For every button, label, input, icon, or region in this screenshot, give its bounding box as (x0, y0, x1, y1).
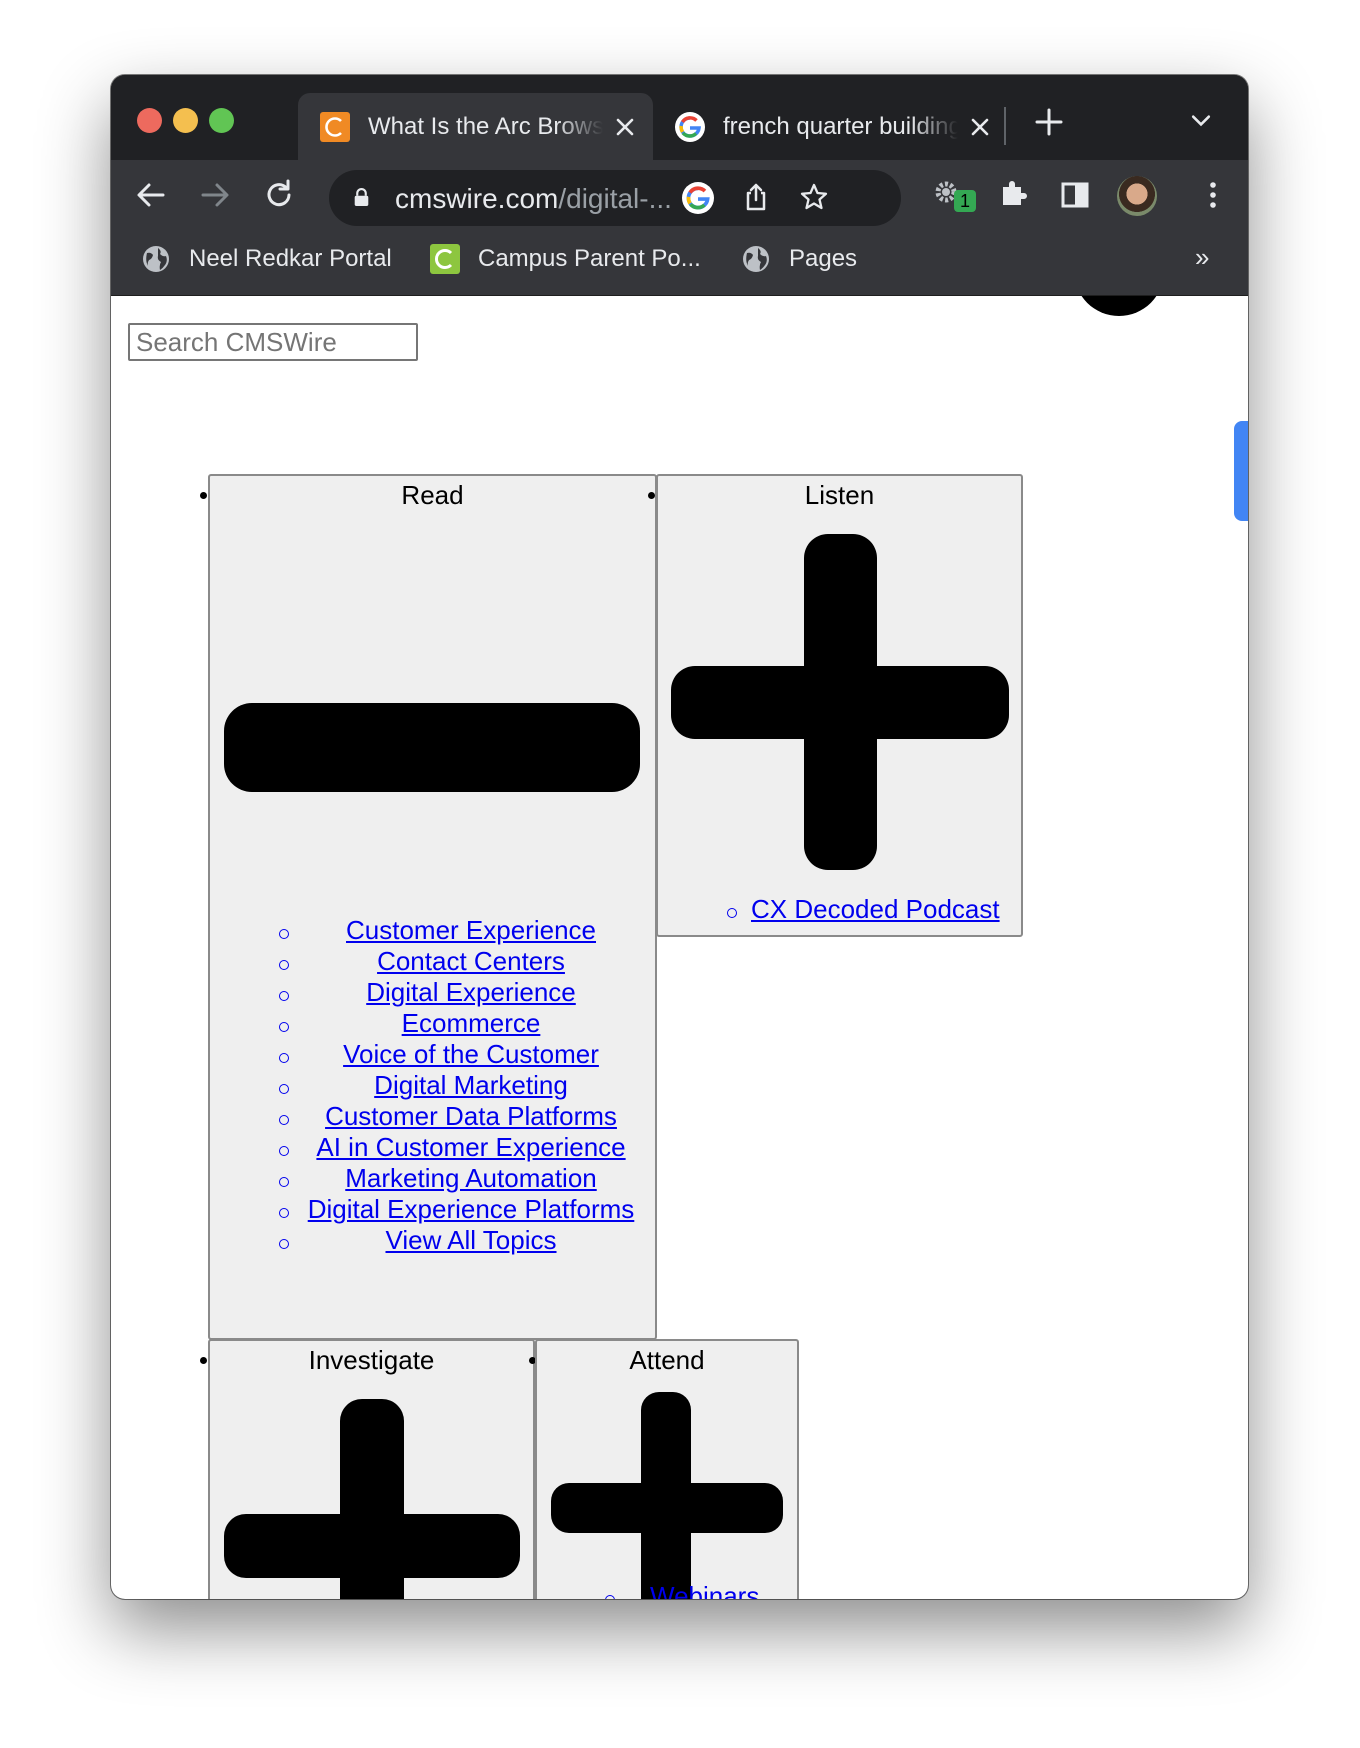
minus-icon (224, 703, 640, 792)
tab-title: french quarter buildings (723, 112, 958, 140)
link-webinars[interactable]: Webinars (650, 1581, 759, 1599)
puzzle-extensions-icon[interactable] (995, 177, 1031, 213)
list-bullet (605, 1595, 615, 1599)
link-ai-in-customer-experience[interactable]: AI in Customer Experience (316, 1132, 625, 1163)
link-cx-decoded-podcast[interactable]: CX Decoded Podcast (751, 894, 1000, 925)
list-bullet (279, 1239, 289, 1249)
close-tab-icon[interactable] (613, 115, 637, 139)
bookmark-label: Campus Parent Po... (478, 245, 701, 272)
attend-panel[interactable]: Attend (535, 1339, 799, 1599)
link-customer-data-platforms[interactable]: Customer Data Platforms (325, 1101, 617, 1132)
listen-panel[interactable]: Listen (656, 474, 1023, 937)
tab-title: What Is the Arc Browser (368, 112, 603, 140)
list-bullet (279, 1208, 289, 1218)
list-bullet (279, 929, 289, 939)
list-bullet (200, 492, 207, 499)
toolbar: cmswire.com/digital-... 1 1 (111, 160, 1248, 272)
link-digital-marketing[interactable]: Digital Marketing (374, 1070, 568, 1101)
globe-icon (143, 246, 169, 272)
bookmark-pages[interactable]: Pages (741, 244, 857, 274)
globe-icon (743, 246, 769, 272)
link-contact-centers[interactable]: Contact Centers (377, 946, 565, 977)
list-bullet (727, 908, 737, 918)
tab-divider (1004, 107, 1006, 145)
partial-logo-circle (1074, 296, 1164, 316)
link-ecommerce[interactable]: Ecommerce (402, 1008, 541, 1039)
list-bullet (279, 1084, 289, 1094)
close-window-button[interactable] (137, 108, 162, 133)
list-bullet (648, 492, 655, 499)
reload-icon[interactable] (261, 177, 297, 213)
scroll-indicator[interactable] (1234, 421, 1248, 521)
star-bookmark-icon[interactable] (799, 182, 829, 212)
list-bullet (279, 1146, 289, 1156)
minimize-window-button[interactable] (173, 108, 198, 133)
address-bar[interactable]: cmswire.com/digital-... (329, 170, 901, 226)
zoom-window-button[interactable] (209, 108, 234, 133)
lock-icon[interactable] (353, 187, 370, 208)
extension-badge-count: 1 (959, 191, 970, 211)
forward-arrow-icon[interactable] (197, 177, 233, 213)
link-digital-experience[interactable]: Digital Experience (366, 977, 576, 1008)
plus-icon-horizontal (671, 666, 1009, 739)
plus-icon-horizontal (224, 1514, 520, 1578)
url-path: /digital-... (558, 183, 672, 214)
extension-badge-box: 1 (954, 190, 976, 212)
bookmark-label: Pages (789, 245, 858, 272)
list-bullet (279, 1053, 289, 1063)
close-tab-icon[interactable] (968, 115, 992, 139)
link-voice-of-the-customer[interactable]: Voice of the Customer (343, 1039, 599, 1070)
cmswire-c-icon (320, 111, 350, 142)
list-bullet (279, 960, 289, 970)
new-tab-icon[interactable] (1034, 107, 1064, 137)
list-bullet (200, 1357, 207, 1364)
attend-title: Attend (629, 1345, 705, 1375)
tab-french-quarter[interactable]: french quarter buildings (653, 93, 1008, 160)
google-lens-icon[interactable] (682, 182, 714, 214)
list-bullet (279, 991, 289, 1001)
investigate-panel[interactable]: Investigate (208, 1339, 535, 1599)
link-customer-experience[interactable]: Customer Experience (346, 915, 596, 946)
url-text: cmswire.com/digital-... (395, 183, 672, 215)
share-icon[interactable] (741, 182, 771, 212)
google-g-icon (675, 111, 705, 142)
investigate-title: Investigate (308, 1345, 435, 1375)
tab-strip: What Is the Arc Browser french quarter b… (111, 75, 1248, 160)
plus-icon-horizontal (551, 1483, 783, 1533)
browser-window: What Is the Arc Browser french quarter b… (111, 75, 1248, 1599)
bookmark-neel-redkar-portal[interactable]: Neel Redkar Portal (141, 244, 392, 274)
link-digital-experience-platforms[interactable]: Digital Experience Platforms (308, 1194, 635, 1225)
campus-c-icon (430, 244, 460, 274)
bookmarks-bar: Neel Redkar Portal Campus Parent Po... P… (111, 230, 1248, 296)
back-arrow-icon[interactable] (133, 177, 169, 213)
bookmarks-overflow-chevron[interactable]: » (1195, 242, 1209, 273)
list-bullet (279, 1022, 289, 1032)
list-bullet (279, 1115, 289, 1125)
listen-title: Listen (804, 480, 875, 510)
search-input[interactable] (128, 323, 418, 361)
page-content: Read Customer Experience Contact Centers… (111, 296, 1248, 1599)
read-title: Read (401, 480, 464, 510)
link-view-all-topics[interactable]: View All Topics (385, 1225, 556, 1256)
bookmark-label: Neel Redkar Portal (189, 245, 392, 272)
bookmark-campus-parent-portal[interactable]: Campus Parent Po... (430, 244, 701, 274)
url-domain: cmswire.com (395, 183, 559, 214)
tab-arc-browser[interactable]: What Is the Arc Browser (298, 93, 653, 160)
more-menu-icon[interactable] (1195, 177, 1231, 213)
list-bullet (279, 1177, 289, 1187)
tab-search-chevron-down-icon[interactable] (1188, 108, 1214, 134)
link-marketing-automation[interactable]: Marketing Automation (345, 1163, 596, 1194)
side-panel-icon[interactable] (1057, 177, 1093, 213)
profile-avatar[interactable] (1117, 176, 1157, 216)
